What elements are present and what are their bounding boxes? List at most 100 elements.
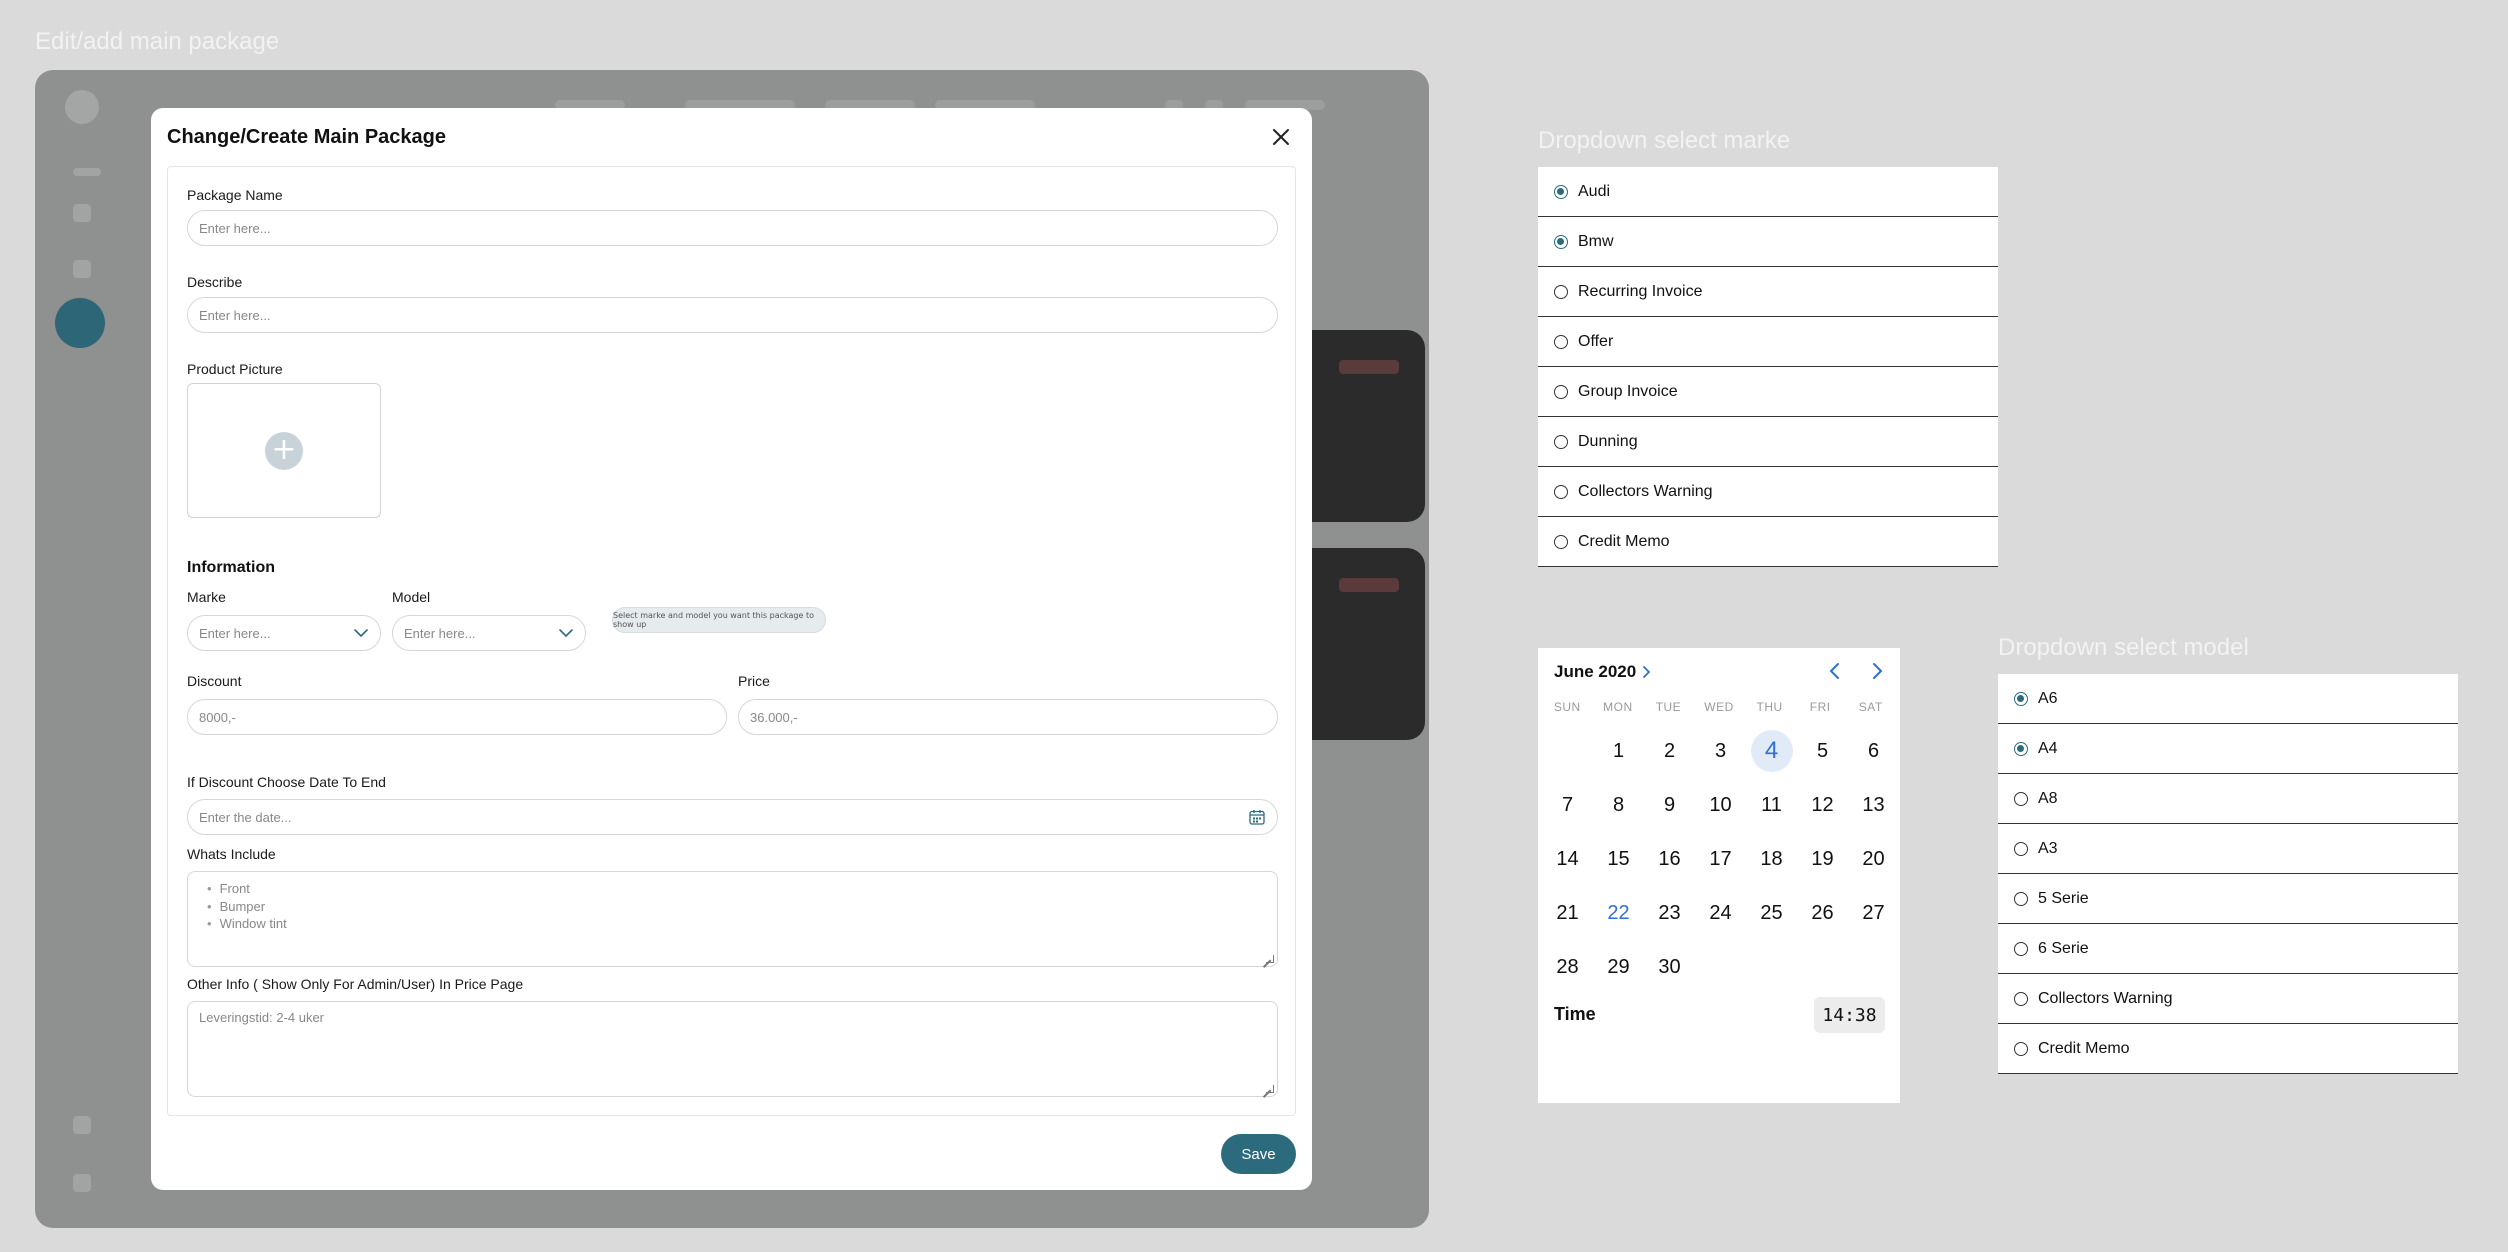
other-info-textarea[interactable]: Leveringstid: 2-4 uker — [187, 1001, 1278, 1097]
radio-icon[interactable] — [2014, 941, 2028, 956]
calendar-day[interactable]: 13 — [1848, 778, 1899, 832]
calendar-day[interactable]: 2 — [1644, 724, 1695, 778]
save-button[interactable]: Save — [1221, 1134, 1296, 1174]
model-option[interactable]: 5 Serie — [1998, 874, 2458, 924]
marke-option[interactable]: Collectors Warning — [1538, 467, 1998, 517]
model-option[interactable]: A8 — [1998, 774, 2458, 824]
marke-option[interactable]: Recurring Invoice — [1538, 267, 1998, 317]
calendar-day[interactable]: 7 — [1542, 778, 1593, 832]
marke-option[interactable]: Offer — [1538, 317, 1998, 367]
calendar-day[interactable]: 24 — [1695, 886, 1746, 940]
option-label: Collectors Warning — [2038, 989, 2173, 1007]
day-number: 25 — [1760, 901, 1783, 924]
describe-input[interactable]: Enter here... — [187, 297, 1278, 333]
calendar-day[interactable]: 6 — [1848, 724, 1899, 778]
next-month-icon[interactable] — [1866, 660, 1888, 682]
calendar-day[interactable]: 8 — [1593, 778, 1644, 832]
radio-icon[interactable] — [2014, 741, 2028, 756]
calendar-icon[interactable] — [1248, 808, 1266, 826]
app-side-icon — [73, 1116, 91, 1134]
radio-icon[interactable] — [1554, 484, 1568, 499]
calendar-day[interactable]: 15 — [1593, 832, 1644, 886]
weekday-label: FRI — [1809, 700, 1831, 714]
resize-handle-icon[interactable] — [1266, 955, 1274, 963]
price-input[interactable]: 36.000,- — [738, 699, 1278, 735]
discount-date-input[interactable]: Enter the date... — [187, 799, 1278, 835]
calendar-day[interactable]: 21 — [1542, 886, 1593, 940]
calendar-day[interactable]: 29 — [1593, 940, 1644, 994]
chevron-right-icon — [1642, 666, 1651, 678]
radio-icon[interactable] — [2014, 1041, 2028, 1056]
weekday-label: SAT — [1858, 700, 1883, 714]
app-side-icon — [73, 1174, 91, 1192]
calendar-day[interactable]: 5 — [1797, 724, 1848, 778]
frame-title-marke: Dropdown select marke — [1538, 127, 1791, 154]
package-name-input[interactable]: Enter here... — [187, 210, 1278, 246]
time-label: Time — [1554, 1004, 1596, 1024]
close-icon[interactable] — [1267, 123, 1295, 151]
marke-select[interactable]: Enter here... — [187, 615, 381, 651]
calendar-day[interactable]: 1 — [1593, 724, 1644, 778]
model-option[interactable]: Collectors Warning — [1998, 974, 2458, 1024]
calendar-day[interactable]: 25 — [1746, 886, 1797, 940]
marke-option[interactable]: Audi — [1538, 167, 1998, 217]
calendar-day[interactable]: 16 — [1644, 832, 1695, 886]
month-selector[interactable]: June 2020 — [1554, 662, 1651, 682]
model-option[interactable]: Credit Memo — [1998, 1024, 2458, 1074]
calendar-day[interactable]: 9 — [1644, 778, 1695, 832]
calendar-day[interactable]: 10 — [1695, 778, 1746, 832]
radio-icon[interactable] — [1554, 534, 1568, 549]
radio-icon[interactable] — [1554, 384, 1568, 399]
radio-icon[interactable] — [2014, 991, 2028, 1006]
describe-placeholder: Enter here... — [199, 307, 271, 323]
radio-icon[interactable] — [1554, 434, 1568, 449]
calendar-day[interactable]: 18 — [1746, 832, 1797, 886]
calendar-day[interactable]: 20 — [1848, 832, 1899, 886]
model-option[interactable]: A3 — [1998, 824, 2458, 874]
marke-option[interactable]: Credit Memo — [1538, 517, 1998, 567]
radio-icon[interactable] — [1554, 284, 1568, 299]
marke-option[interactable]: Dunning — [1538, 417, 1998, 467]
calendar-day[interactable]: 27 — [1848, 886, 1899, 940]
calendar-day[interactable]: 4 — [1746, 724, 1797, 778]
marke-option[interactable]: Bmw — [1538, 217, 1998, 267]
calendar-day[interactable]: 23 — [1644, 886, 1695, 940]
option-label: Recurring Invoice — [1578, 282, 1703, 300]
day-number: 28 — [1556, 955, 1579, 978]
option-label: Credit Memo — [1578, 532, 1670, 550]
day-number: 13 — [1862, 793, 1885, 816]
marke-option[interactable]: Group Invoice — [1538, 367, 1998, 417]
whats-include-textarea[interactable]: Front Bumper Window tint — [187, 871, 1278, 967]
calendar-day[interactable]: 17 — [1695, 832, 1746, 886]
radio-icon[interactable] — [1554, 234, 1568, 249]
calendar-day[interactable]: 12 — [1797, 778, 1848, 832]
time-input[interactable]: 14:38 — [1814, 997, 1885, 1033]
plus-icon[interactable]: + — [265, 432, 303, 470]
day-number: 1 — [1612, 739, 1625, 762]
calendar-day[interactable]: 19 — [1797, 832, 1848, 886]
calendar-day[interactable]: 3 — [1695, 724, 1746, 778]
calendar-day[interactable]: 22 — [1593, 886, 1644, 940]
price-label: Price — [738, 673, 770, 689]
discount-input[interactable]: 8000,- — [187, 699, 727, 735]
calendar-day[interactable]: 14 — [1542, 832, 1593, 886]
day-number: 12 — [1811, 793, 1834, 816]
model-select[interactable]: Enter here... — [392, 615, 586, 651]
day-number: 4 — [1750, 730, 1793, 772]
model-option[interactable]: 6 Serie — [1998, 924, 2458, 974]
resize-handle-icon[interactable] — [1266, 1085, 1274, 1093]
radio-icon[interactable] — [1554, 334, 1568, 349]
calendar-day[interactable]: 11 — [1746, 778, 1797, 832]
calendar-day[interactable]: 28 — [1542, 940, 1593, 994]
radio-icon[interactable] — [2014, 791, 2028, 806]
calendar-day[interactable]: 26 — [1797, 886, 1848, 940]
radio-icon[interactable] — [2014, 691, 2028, 706]
radio-icon[interactable] — [1554, 184, 1568, 199]
radio-icon[interactable] — [2014, 841, 2028, 856]
prev-month-icon[interactable] — [1824, 660, 1846, 682]
calendar-day[interactable]: 30 — [1644, 940, 1695, 994]
model-option[interactable]: A4 — [1998, 724, 2458, 774]
product-picture-upload[interactable]: + — [187, 383, 381, 518]
radio-icon[interactable] — [2014, 891, 2028, 906]
model-option[interactable]: A6 — [1998, 674, 2458, 724]
